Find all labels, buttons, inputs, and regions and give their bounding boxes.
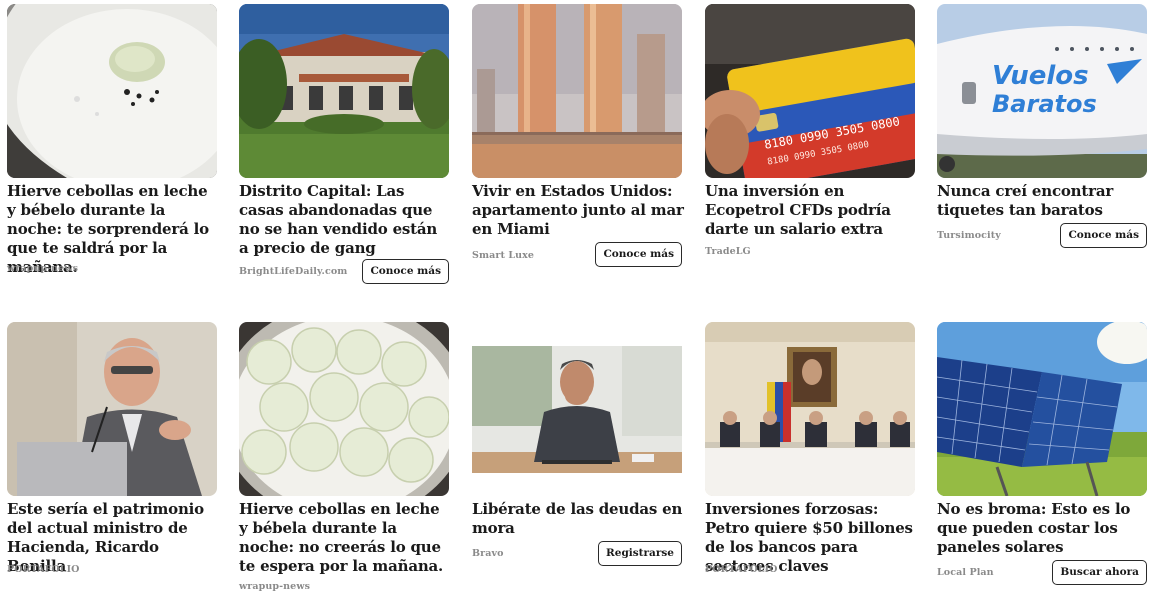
onion-milk-pot-image[interactable] [7, 4, 217, 178]
learn-more-button[interactable]: Conoce más [362, 259, 449, 284]
colombian-credit-card-illustration: 8180 0990 3505 0800 8180 0990 3505 0800 [705, 4, 915, 178]
card-source: Tursimocity [937, 230, 1001, 241]
register-button[interactable]: Registrarse [598, 541, 682, 566]
onions-in-milk-illustration [239, 322, 449, 496]
airplane-cheap-flights-illustration: Vuelos Baratos [937, 4, 1147, 178]
learn-more-button[interactable]: Conoce más [595, 242, 682, 267]
stressed-man-illustration [472, 322, 682, 496]
card-source: wrapup-news [7, 263, 79, 274]
card-source: Smart Luxe [472, 250, 535, 261]
card-title[interactable]: No es broma: Esto es lo que pueden costa… [937, 500, 1149, 557]
learn-more-button[interactable]: Conoce más [1060, 223, 1147, 248]
card-source: Bravo [472, 548, 504, 559]
card-source: BrightLifeDaily.com [239, 266, 348, 277]
onions-in-milk-image[interactable] [239, 322, 449, 496]
card-source: PORTAFOLIO [705, 564, 778, 575]
stressed-man-image[interactable] [472, 322, 682, 496]
card-title[interactable]: Hierve cebollas en leche y bébela durant… [239, 500, 451, 576]
card-title[interactable]: Nunca creí encontrar tiquetes tan barato… [937, 182, 1149, 220]
government-meeting-illustration [705, 322, 915, 496]
airplane-cheap-flights-image[interactable]: Vuelos Baratos [937, 4, 1147, 178]
solar-panels-illustration [937, 322, 1147, 496]
card-source: TradeLG [705, 246, 751, 257]
abandoned-house-illustration [239, 4, 449, 178]
card-title[interactable]: Distrito Capital: Las casas abandonadas … [239, 182, 451, 258]
card-title[interactable]: Libérate de las deudas en mora [472, 500, 684, 538]
sponsored-content-grid: Hierve cebollas en leche y bébelo durant… [0, 0, 1150, 592]
onion-milk-pot-illustration [7, 4, 217, 178]
government-meeting-image[interactable] [705, 322, 915, 496]
miami-towers-illustration [472, 4, 682, 178]
minister-speaking-image[interactable] [7, 322, 217, 496]
card-title[interactable]: Una inversión en Ecopetrol CFDs podría d… [705, 182, 917, 239]
vuelos-logo-line-1: Vuelos [992, 61, 1089, 91]
solar-panels-image[interactable] [937, 322, 1147, 496]
abandoned-house-image[interactable] [239, 4, 449, 178]
baratos-logo-line-2: Baratos [992, 90, 1097, 118]
card-title[interactable]: Vivir en Estados Unidos: apartamento jun… [472, 182, 684, 239]
card-source: wrapup-news [239, 581, 311, 592]
miami-towers-image[interactable] [472, 4, 682, 178]
card-source: Local Plan [937, 567, 994, 578]
colombian-credit-card-image[interactable]: 8180 0990 3505 0800 8180 0990 3505 0800 [705, 4, 915, 178]
search-now-button[interactable]: Buscar ahora [1052, 560, 1147, 585]
minister-speaking-illustration [7, 322, 217, 496]
card-source: PORTAFOLIO [7, 564, 80, 575]
